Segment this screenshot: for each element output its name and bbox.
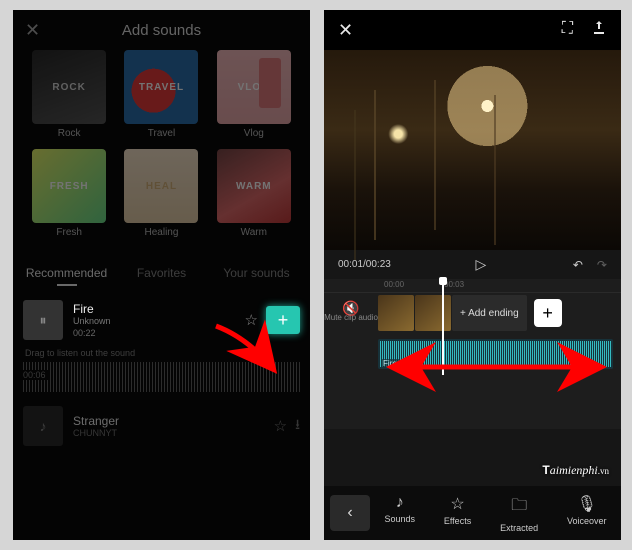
editor-topbar: ✕ ⛶ (324, 10, 621, 50)
mute-clip-button[interactable]: 🔇 Mute clip audio (324, 303, 378, 323)
music-note-icon: ♪ (384, 494, 415, 512)
ruler-tick: 00:03 (444, 280, 464, 292)
ruler-tick: 00:00 (384, 280, 404, 292)
track-title: Stranger (73, 414, 274, 428)
category-warm[interactable]: WARM Warm (214, 149, 294, 238)
toolbar-sounds[interactable]: ♪ Sounds (384, 494, 415, 533)
download-icon[interactable]: ⭳ (295, 414, 300, 438)
add-clip-button[interactable]: + (534, 299, 562, 327)
playback-controls: 00:01/00:23 ▷ ↶ ↷ (324, 250, 621, 279)
page-title: Add sounds (13, 22, 310, 39)
folder-icon: 🗀 (500, 494, 538, 521)
redo-button[interactable]: ↷ (597, 258, 607, 272)
header: ✕ Add sounds (13, 10, 310, 50)
toolbar-voiceover[interactable]: 🎙 Voiceover (567, 494, 607, 533)
waveform-time: 00:06 (23, 370, 50, 380)
category-label: Rock (29, 128, 109, 139)
toolbar-label: Sounds (384, 514, 415, 524)
annotation-arrow (208, 320, 298, 395)
track-title: Fire (73, 302, 245, 316)
category-grid: ROCK Rock TRAVEL Travel VLOG Vlog FRESH … (13, 50, 310, 254)
time-ruler: 00:00 00:03 (324, 279, 621, 293)
watermark: Taimienphi.vn (542, 463, 609, 478)
star-icon: ☆ (444, 494, 471, 514)
close-icon[interactable]: ✕ (25, 20, 40, 41)
video-clip[interactable] (415, 295, 451, 331)
category-label: Vlog (214, 128, 294, 139)
timeline[interactable]: 00:00 00:03 🔇 Mute clip audio + Add endi… (324, 279, 621, 429)
undo-button[interactable]: ↶ (573, 258, 583, 272)
back-button[interactable]: ‹ (330, 495, 370, 531)
video-clips[interactable]: + Add ending + (378, 295, 621, 331)
category-rock[interactable]: ROCK Rock (29, 50, 109, 139)
category-label: Warm (214, 227, 294, 238)
track-art: ♪ (23, 406, 63, 446)
track-meta: Stranger CHUNNYT (73, 414, 274, 438)
toolbar-label: Effects (444, 516, 471, 526)
mic-icon: 🎙 (567, 494, 607, 514)
category-vlog[interactable]: VLOG Vlog (214, 50, 294, 139)
toolbar-label: Extracted (500, 523, 538, 533)
favorite-icon[interactable]: ☆ (274, 417, 287, 435)
category-label: Travel (121, 128, 201, 139)
category-travel[interactable]: TRAVEL Travel (121, 50, 201, 139)
tab-recommended[interactable]: Recommended (19, 260, 114, 292)
video-track-row: 🔇 Mute clip audio + Add ending + (324, 293, 621, 333)
fullscreen-icon[interactable]: ⛶ (562, 20, 573, 41)
add-sounds-screen: ✕ Add sounds ROCK Rock TRAVEL Travel VLO… (13, 10, 310, 540)
toolbar-label: Voiceover (567, 516, 607, 526)
add-ending-button[interactable]: + Add ending (452, 295, 527, 331)
tab-your-sounds[interactable]: Your sounds (209, 260, 304, 292)
close-icon[interactable]: ✕ (338, 20, 353, 41)
video-clip[interactable] (378, 295, 414, 331)
category-label: Fresh (29, 227, 109, 238)
category-thumb: WARM (217, 149, 291, 223)
timecode: 00:01/00:23 (338, 259, 391, 270)
category-label: Healing (121, 227, 201, 238)
video-editor-screen: ✕ ⛶ 00:01/00:23 ▷ ↶ ↷ 00:00 00:03 🔇 Mute… (324, 10, 621, 540)
toolbar-effects[interactable]: ☆ Effects (444, 494, 471, 533)
annotation-arrow (384, 355, 614, 384)
export-icon[interactable] (591, 20, 607, 41)
category-thumb: VLOG (217, 50, 291, 124)
category-thumb: TRAVEL (124, 50, 198, 124)
track-art: ⏸ (23, 300, 63, 340)
mute-icon: 🔇 (324, 303, 378, 313)
category-thumb: FRESH (32, 149, 106, 223)
track-row[interactable]: ♪ Stranger CHUNNYT ☆ ⭳ (13, 398, 310, 454)
play-button[interactable]: ▷ (475, 256, 488, 273)
category-fresh[interactable]: FRESH Fresh (29, 149, 109, 238)
sound-tabs: Recommended Favorites Your sounds (13, 260, 310, 292)
video-preview[interactable] (324, 50, 621, 250)
tab-favorites[interactable]: Favorites (114, 260, 209, 292)
category-thumb: ROCK (32, 50, 106, 124)
mute-label: Mute clip audio (324, 313, 378, 322)
category-healing[interactable]: HEAL Healing (121, 149, 201, 238)
track-artist: CHUNNYT (73, 428, 274, 438)
bottom-toolbar: ‹ ♪ Sounds ☆ Effects 🗀 Extracted 🎙 Voice… (324, 486, 621, 540)
toolbar-extracted[interactable]: 🗀 Extracted (500, 494, 538, 533)
category-thumb: HEAL (124, 149, 198, 223)
